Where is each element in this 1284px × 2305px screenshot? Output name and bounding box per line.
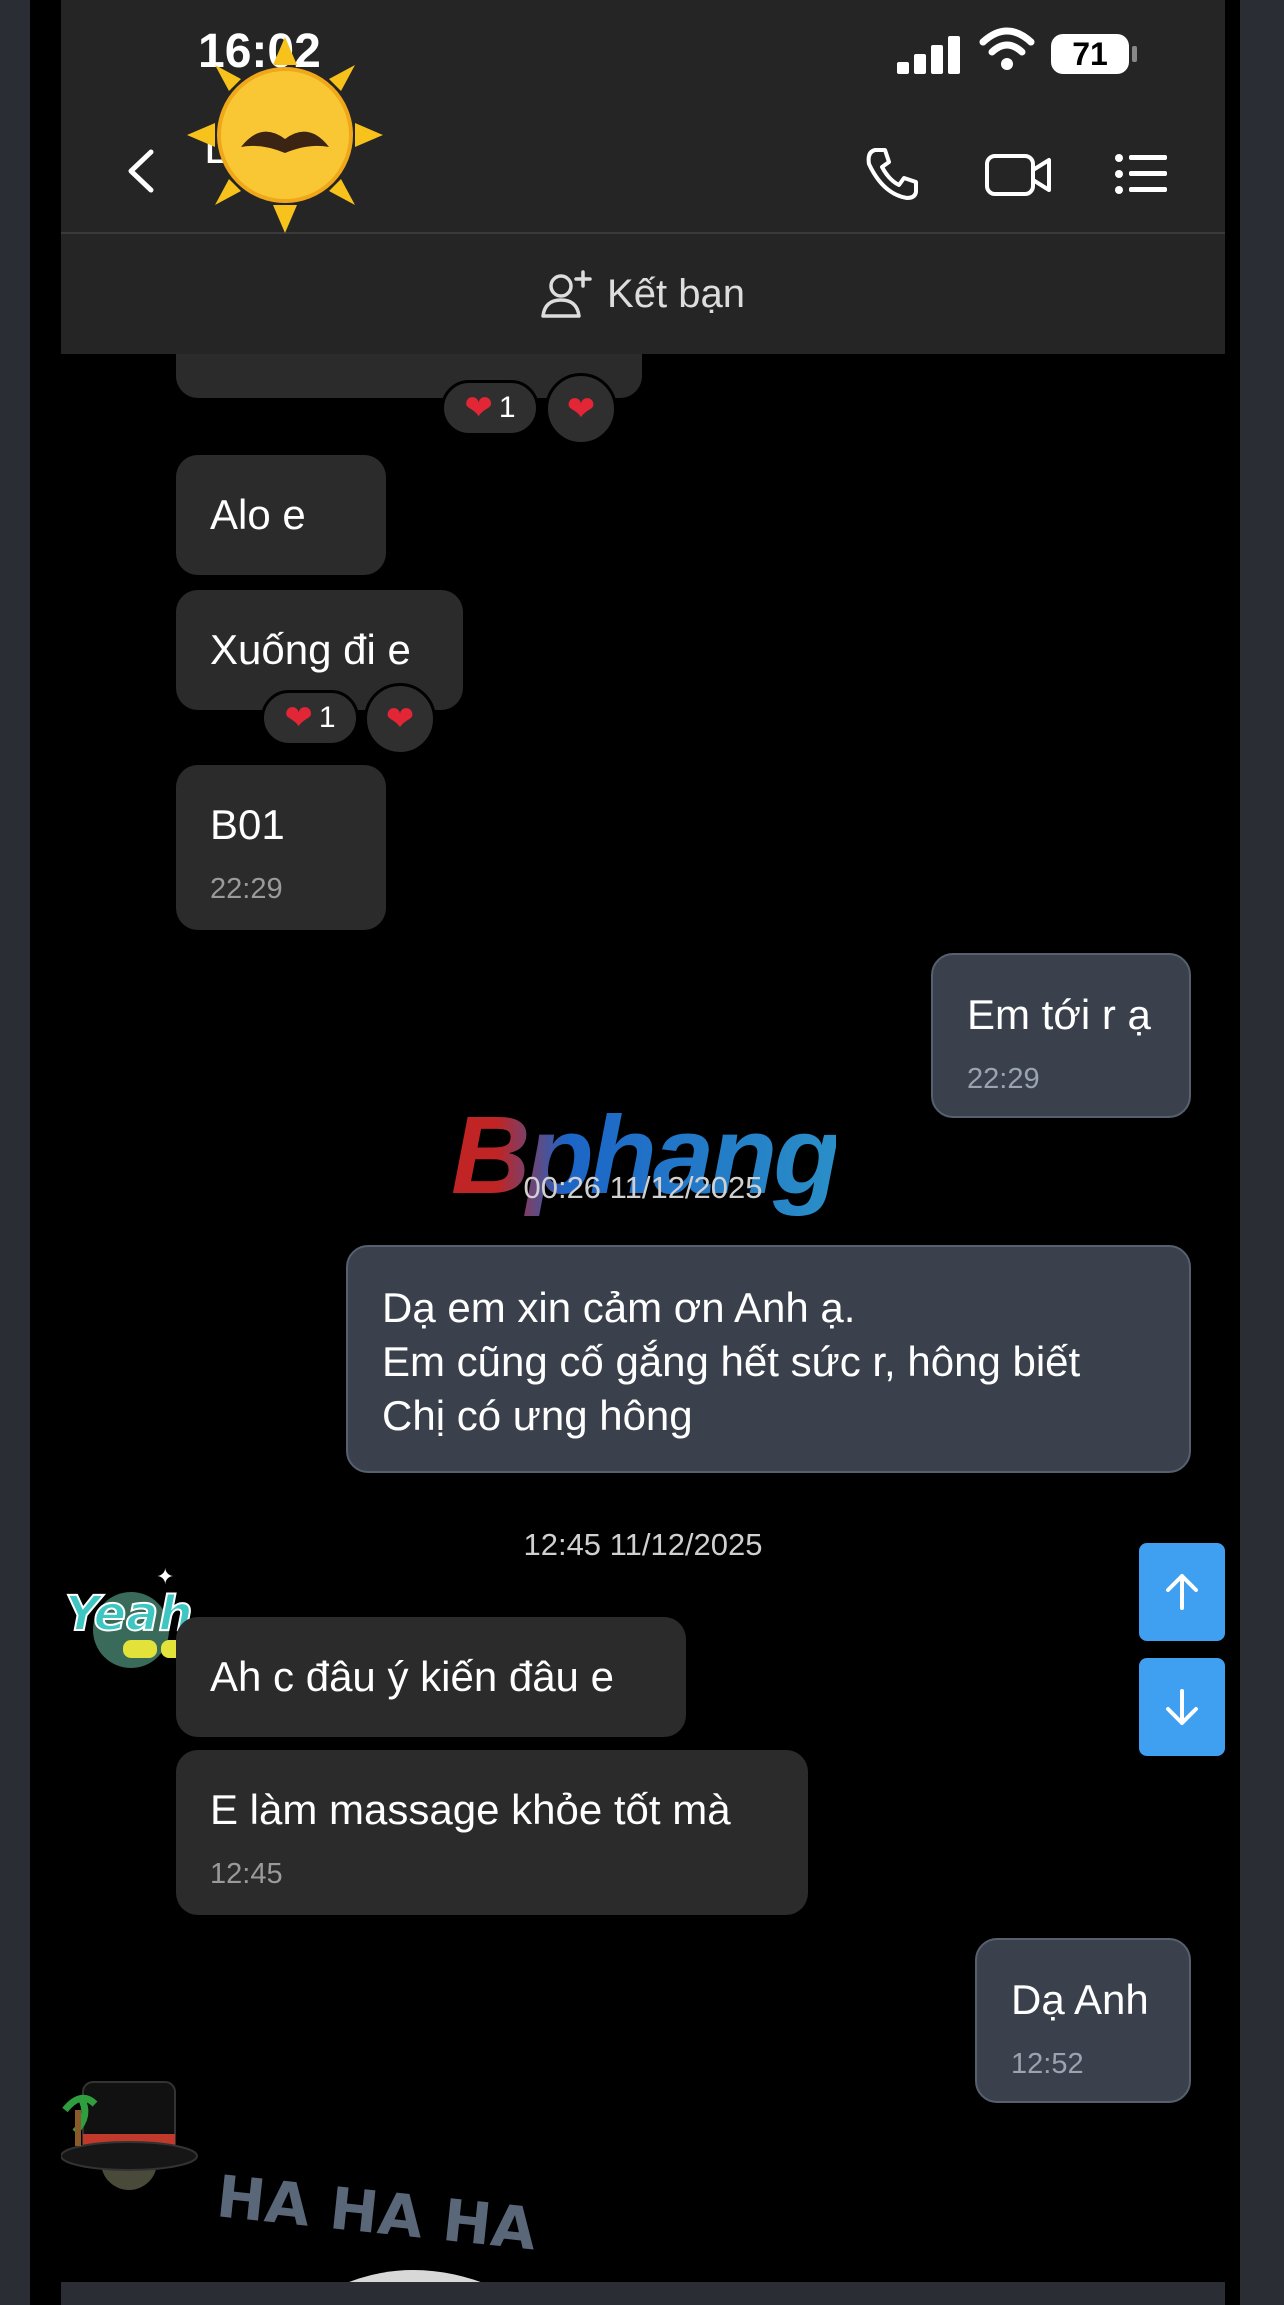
add-friend-icon: [541, 270, 592, 318]
heart-icon: ❤: [566, 390, 596, 428]
react-button[interactable]: ❤: [545, 373, 617, 445]
reaction-count-badge[interactable]: ❤ 1: [261, 690, 359, 746]
arrow-up-icon: [1166, 1574, 1198, 1610]
message-text: Dạ Anh: [1011, 1976, 1149, 2023]
message-text: Em tới r ạ: [967, 991, 1151, 1038]
svg-text:✦: ✦: [156, 1564, 174, 1589]
nav-row: L n: [61, 37, 1225, 234]
message-time: 22:29: [210, 873, 283, 905]
device-frame-right: [1240, 0, 1284, 2305]
react-button[interactable]: ❤: [364, 683, 436, 755]
arrow-down-icon: [1166, 1689, 1198, 1725]
message-bubble-outgoing[interactable]: Dạ Anh 12:52: [975, 1938, 1191, 2103]
message-bubble-outgoing[interactable]: Dạ em xin cảm ơn Anh ạ. Em cũng cố gắng …: [346, 1245, 1191, 1473]
home-indicator-bar: [61, 2282, 1225, 2305]
add-friend-bar: Kết bạn: [61, 234, 1225, 354]
heart-icon: ❤: [464, 389, 493, 427]
battery-icon: 71: [1051, 34, 1137, 74]
message-text: Ah c đâu ý kiến đâu e: [210, 1653, 614, 1700]
heart-icon: ❤: [284, 699, 313, 737]
sender-avatar-sticker[interactable]: [61, 2070, 211, 2200]
message-time: 12:45: [210, 1858, 283, 1890]
sun-mustache-sticker-icon: [187, 37, 383, 233]
message-line: Em cũng cố gắng hết sức r, hông biết: [382, 1338, 1081, 1385]
message-bubble-outgoing[interactable]: Em tới r ạ 22:29: [931, 953, 1191, 1118]
top-hat-sticker-icon: [61, 2081, 198, 2190]
message-text: Xuống đi e: [210, 626, 411, 673]
message-bubble[interactable]: B01 22:29: [176, 765, 386, 930]
message-text: B01: [210, 801, 285, 848]
message-text: Alo e: [210, 491, 306, 538]
video-call-icon[interactable]: [983, 144, 1055, 204]
date-separator: 00:26 11/12/2025: [523, 1170, 763, 1205]
message-bubble[interactable]: Ah c đâu ý kiến đâu e: [176, 1617, 686, 1737]
scroll-up-button[interactable]: [1139, 1543, 1225, 1641]
date-separator: 12:45 11/12/2025: [523, 1527, 763, 1562]
chat-screen: ❤ 1 ❤ Alo e Xuống đi e ❤ 1 ❤ B01 22:29 E…: [61, 0, 1225, 2290]
heart-icon: ❤: [385, 700, 415, 738]
back-icon[interactable]: [117, 146, 167, 196]
cellular-signal-icon: [897, 34, 963, 74]
haha-sticker-icon: HA HA HA: [214, 2162, 540, 2290]
reaction-count: 1: [498, 391, 516, 424]
message-time: 22:29: [967, 1063, 1040, 1095]
message-bubble[interactable]: Alo e: [176, 455, 386, 575]
menu-list-icon[interactable]: [1111, 144, 1171, 204]
haha-sticker[interactable]: HA HA HA: [211, 2140, 611, 2290]
message-line: Chị có ưng hông: [382, 1392, 693, 1439]
add-friend-label: Kết bạn: [607, 271, 745, 316]
svg-text:Yeah: Yeah: [65, 1586, 193, 1642]
device-frame-left: [0, 0, 30, 2305]
svg-text:HA HA HA: HA HA HA: [214, 2162, 540, 2263]
message-text: E làm massage khỏe tốt mà: [210, 1786, 731, 1833]
reaction-count-badge[interactable]: ❤ 1: [441, 380, 539, 436]
message-bubble[interactable]: E làm massage khỏe tốt mà 12:45: [176, 1750, 808, 1915]
chat-header: 16:02 71 L n: [61, 0, 1225, 234]
message-time: 12:52: [1011, 2048, 1084, 2080]
reaction-count: 1: [318, 701, 336, 734]
wifi-icon: [979, 27, 1035, 70]
message-line: Dạ em xin cảm ơn Anh ạ.: [382, 1284, 856, 1331]
phone-call-icon[interactable]: [861, 144, 921, 204]
scroll-down-button[interactable]: [1139, 1658, 1225, 1756]
add-friend-button[interactable]: Kết bạn: [61, 234, 1225, 354]
